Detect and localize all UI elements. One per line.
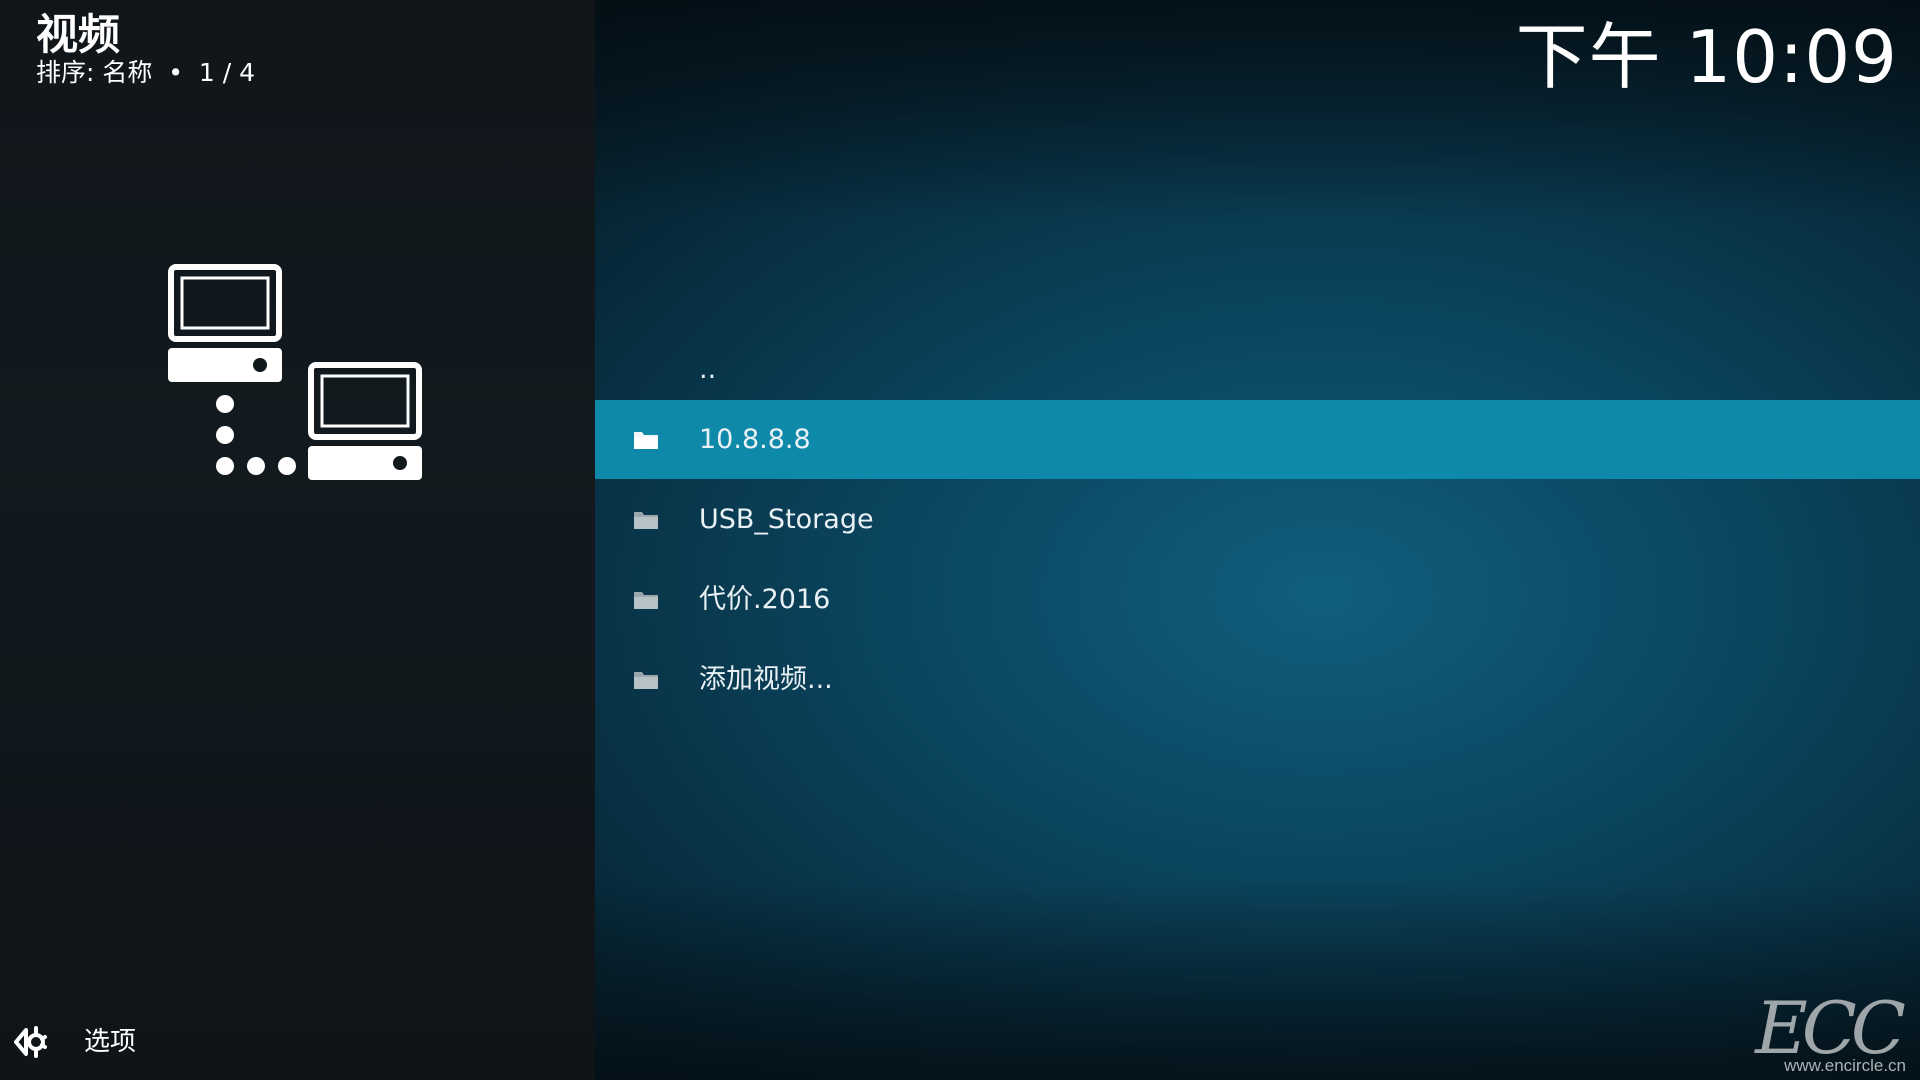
list-item-label: .. — [699, 354, 717, 385]
clock: 下午 10:09 — [1515, 15, 1898, 99]
page-title: 视频 — [36, 10, 121, 59]
watermark-logo: ECC www.encircle.cn — [1755, 986, 1906, 1076]
list-item-label: 10.8.8.8 — [699, 424, 811, 455]
folder-icon — [634, 672, 658, 689]
watermark-url: www.encircle.cn — [1784, 1056, 1906, 1075]
folder-icon — [634, 432, 658, 449]
list-item-parent[interactable]: .. — [595, 330, 1920, 409]
network-computers-icon — [168, 264, 422, 480]
left-panel: 视频 排序: 名称 • 1 / 4 选项 — [0, 0, 595, 1080]
options-button[interactable]: 选项 — [14, 1022, 136, 1062]
list-item-label: 代价.2016 — [699, 584, 831, 615]
list-item-usb-storage[interactable]: USB_Storage — [595, 480, 1920, 559]
options-gear-icon — [14, 1026, 47, 1058]
folder-icon — [634, 512, 658, 529]
watermark-mark: ECC — [1755, 986, 1906, 1070]
list-item-10-8-8-8[interactable]: 10.8.8.8 — [595, 400, 1920, 479]
sort-info: 排序: 名称 • 1 / 4 — [36, 58, 256, 87]
list-item-label: 添加视频... — [699, 664, 833, 695]
folder-icon — [634, 592, 658, 609]
options-label: 选项 — [84, 1027, 137, 1057]
list-item-add-videos[interactable]: 添加视频... — [595, 640, 1920, 719]
list-item-label: USB_Storage — [699, 504, 874, 535]
list-item-daijia-2016[interactable]: 代价.2016 — [595, 560, 1920, 639]
